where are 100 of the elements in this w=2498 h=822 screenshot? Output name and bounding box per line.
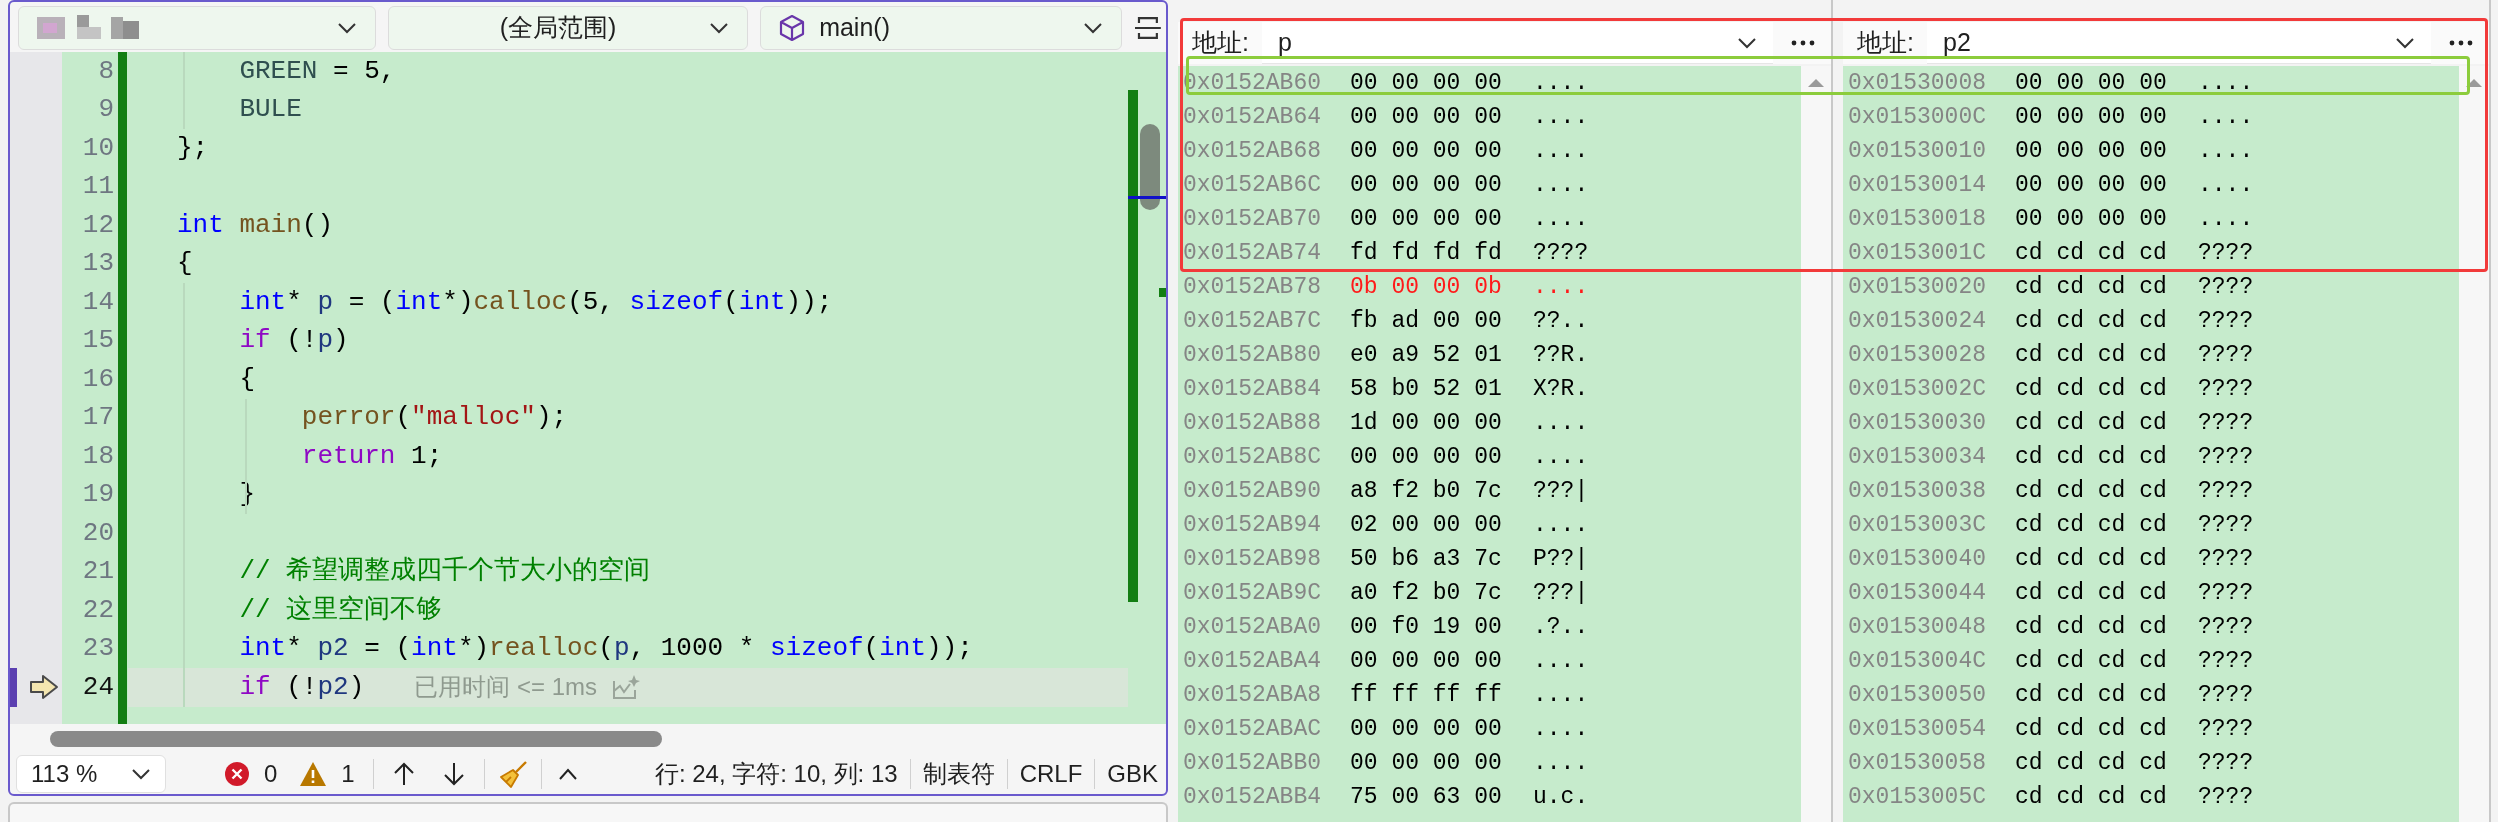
arrow-right-icon: [29, 674, 59, 701]
error-count[interactable]: 0: [264, 756, 278, 793]
more-options-icon[interactable]: [2449, 39, 2473, 47]
memory-ascii: ????: [2198, 646, 2254, 676]
memory-bytes: 00 00 00 00: [1350, 714, 1503, 744]
memory-bytes: 00 00 00 00: [2015, 136, 2168, 166]
memory-bytes: cd cd cd cd: [2015, 476, 2168, 506]
memory-address: 0x0152AB9C: [1183, 578, 1323, 608]
memory-ascii: P??|: [1533, 544, 1589, 574]
memory-address: 0x01530040: [1848, 544, 1988, 574]
arrow-down-icon[interactable]: [441, 761, 466, 788]
memory-bytes: cd cd cd cd: [2015, 442, 2168, 472]
indentation-setting[interactable]: 制表符: [922, 756, 995, 793]
memory-ascii: ....: [1533, 680, 1589, 710]
dropdown[interactable]: [18, 6, 377, 50]
memory-address: 0x0152AB84: [1183, 374, 1323, 404]
memory-bytes: cd cd cd cd: [2015, 340, 2168, 370]
memory-address: 0x0152AB94: [1183, 510, 1323, 540]
dropdown-value: (全局范围): [499, 13, 617, 42]
memory-address: 0x0153002C: [1848, 374, 1988, 404]
memory-bytes: fb ad 00 00: [1350, 306, 1503, 336]
error-icon[interactable]: [224, 761, 250, 788]
scroll-up-icon[interactable]: [1807, 78, 1825, 88]
memory-address: 0x0153000C: [1848, 102, 1988, 132]
memory-ascii: ....: [2198, 204, 2254, 234]
memory-ascii: ????: [2198, 510, 2254, 540]
memory-bytes: 00 00 00 00: [1350, 748, 1503, 778]
memory-ascii: ????: [2198, 442, 2254, 472]
memory-ascii: ....: [1533, 204, 1589, 234]
memory-ascii: ....: [2198, 170, 2254, 200]
memory-address: 0x0152ABB4: [1183, 782, 1323, 812]
memory-bytes: 00 00 00 00: [2015, 204, 2168, 234]
dropdown[interactable]: (全局范围): [388, 6, 749, 50]
memory-bytes: cd cd cd cd: [2015, 544, 2168, 574]
memory-bytes: 00 00 00 00: [1350, 442, 1503, 472]
memory-bytes: 58 b0 52 01: [1350, 374, 1503, 404]
memory-ascii: ....: [1533, 170, 1589, 200]
cursor-position[interactable]: 行: 24, 字符: 10, 列: 13: [654, 756, 898, 793]
memory-bytes: cd cd cd cd: [2015, 238, 2168, 268]
memory-bytes: cd cd cd cd: [2015, 748, 2168, 778]
memory-address: 0x0152AB78: [1183, 272, 1323, 302]
memory-ascii: ....: [1533, 442, 1589, 472]
memory-bytes: 00 f0 19 00: [1350, 612, 1503, 642]
zoom-dropdown[interactable]: 113 %: [16, 755, 166, 794]
memory-address: 0x0152AB90: [1183, 476, 1323, 506]
memory-address: 0x01530020: [1848, 272, 1988, 302]
memory-address: 0x01530018: [1848, 204, 1988, 234]
memory-bytes: 00 00 00 00: [1350, 646, 1503, 676]
line-number: 16: [82, 362, 114, 396]
vertical-scrollbar-thumb[interactable]: [1140, 124, 1160, 210]
memory-bytes: 1d 00 00 00: [1350, 408, 1503, 438]
dropdown-value: main(): [819, 12, 891, 44]
memory-address: 0x0153005C: [1848, 782, 1988, 812]
memory-ascii: ....: [2198, 68, 2254, 98]
memory-ascii: ????: [2198, 476, 2254, 506]
memory-address: 0x0153003C: [1848, 510, 1988, 540]
code-line: // 这里空间不够: [238, 593, 443, 627]
memory-ascii: .?..: [1533, 612, 1589, 642]
line-number: 24: [82, 670, 114, 704]
memory-address: 0x0153004C: [1848, 646, 1988, 676]
more-options-icon[interactable]: [1791, 39, 1815, 47]
memory-address: 0x01530014: [1848, 170, 1988, 200]
memory-bytes: a0 f2 b0 7c: [1350, 578, 1503, 608]
warning-count[interactable]: 1: [341, 756, 355, 793]
memory-ascii: ????: [2198, 306, 2254, 336]
address-field[interactable]: p: [1262, 22, 1773, 64]
address-field[interactable]: p2: [1927, 22, 2431, 64]
memory-address: 0x0152ABAC: [1183, 714, 1323, 744]
memory-ascii: ....: [1533, 102, 1589, 132]
memory-ascii: ????: [2198, 748, 2254, 778]
horizontal-scrollbar-thumb[interactable]: [50, 731, 662, 747]
memory-ascii: ....: [1533, 136, 1589, 166]
memory-bytes: cd cd cd cd: [2015, 374, 2168, 404]
memory-bytes: fd fd fd fd: [1350, 238, 1503, 268]
dropdown[interactable]: main(): [760, 6, 1123, 50]
memory-address: 0x01530050: [1848, 680, 1988, 710]
caret-up-icon[interactable]: [557, 767, 578, 782]
memory-address: 0x01530044: [1848, 578, 1988, 608]
elapsed-time-hint: 已用时间 <= 1ms: [414, 672, 597, 703]
memory-bytes: cd cd cd cd: [2015, 646, 2168, 676]
address-label: 地址:: [1857, 27, 1915, 59]
memory-ascii: ....: [1533, 714, 1589, 744]
memory-address: 0x01530010: [1848, 136, 1988, 166]
memory-address: 0x0152AB70: [1183, 204, 1323, 234]
address-label: 地址:: [1192, 27, 1250, 59]
broom-icon[interactable]: [498, 759, 529, 790]
memory-ascii: ....: [1533, 748, 1589, 778]
line-number: 11: [82, 170, 114, 204]
memory-ascii: ....: [2198, 136, 2254, 166]
encoding-setting[interactable]: GBK: [1107, 756, 1158, 793]
memory-address: 0x0152AB80: [1183, 340, 1323, 370]
memory-address: 0x01530038: [1848, 476, 1988, 506]
line-ending-setting[interactable]: CRLF: [1019, 756, 1083, 793]
memory-bytes: cd cd cd cd: [2015, 510, 2168, 540]
chevron-down-icon: [337, 22, 358, 34]
memory-address: 0x0152ABB0: [1183, 748, 1323, 778]
memory-ascii: ????: [1533, 238, 1589, 268]
code-line: int* p2 = (int*)realloc(p, 1000 * sizeof(int));: [238, 632, 973, 666]
code-line: return 1;: [300, 439, 443, 473]
warning-icon[interactable]: [299, 761, 328, 788]
